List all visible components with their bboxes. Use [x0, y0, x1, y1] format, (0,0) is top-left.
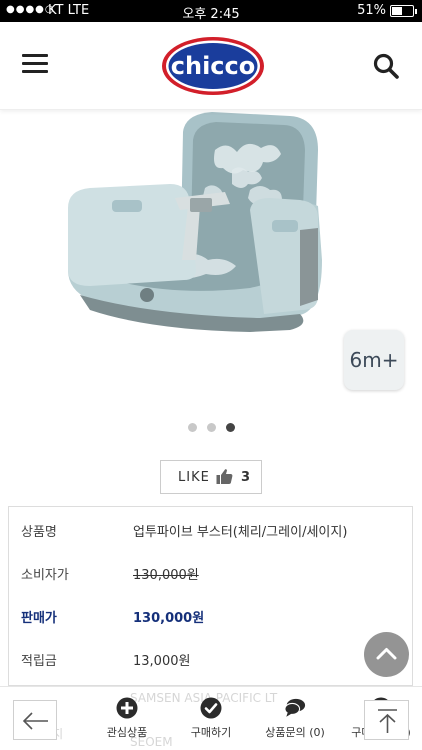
check-circle-icon: [200, 697, 222, 719]
consumer-price-value: 130,000원: [133, 568, 199, 583]
like-button[interactable]: LIKE 3: [160, 460, 262, 494]
scroll-up-button[interactable]: [364, 632, 409, 677]
info-row-sale-price: 판매가 130,000원: [9, 595, 412, 635]
bottom-action-bar: 원산지 SAMSEN ASIA PACIFIC LT SEOEM 관심상품 구매…: [0, 686, 422, 750]
app-header: chicco: [0, 22, 422, 110]
arrow-left-icon: [22, 712, 48, 730]
wishlist-label: 관심상품: [106, 726, 148, 739]
thumbs-up-icon: [216, 469, 233, 484]
carousel-dot-active[interactable]: [225, 423, 235, 432]
buy-button[interactable]: 구매하기: [180, 687, 242, 750]
status-bar: ●●●●○ KT LTE 오후 2:45 51%: [0, 0, 422, 22]
sale-price-value: 130,000원: [133, 611, 205, 626]
info-label: 적립금: [21, 654, 57, 669]
inquiry-label: 상품문의 (0): [265, 726, 325, 739]
carousel-dot[interactable]: [187, 423, 197, 432]
search-icon[interactable]: [372, 52, 400, 80]
battery-fill: [392, 7, 403, 15]
battery-percent: 51%: [357, 3, 386, 18]
scroll-to-top-button[interactable]: [364, 700, 409, 740]
info-row-reward-points: 적립금 13,000원: [9, 638, 412, 678]
product-info-table: 상품명 업투파이브 부스터(체리/그레이/세이지) 소비자가 130,000원 …: [8, 506, 413, 686]
carousel-pagination: [0, 423, 422, 433]
buy-label: 구매하기: [190, 726, 232, 739]
carousel-dot[interactable]: [206, 423, 216, 432]
speech-bubble-icon: [284, 698, 306, 717]
back-button[interactable]: [13, 700, 57, 740]
product-name-value: 업투파이브 부스터(체리/그레이/세이지): [133, 525, 348, 540]
battery-icon: [390, 5, 417, 17]
chevron-up-icon: [376, 648, 397, 660]
inquiry-button[interactable]: 상품문의 (0): [262, 687, 328, 750]
chicco-logo[interactable]: chicco: [161, 36, 265, 96]
info-label: 소비자가: [21, 568, 69, 583]
reward-points-value: 13,000원: [133, 654, 191, 669]
plus-circle-icon: [116, 697, 138, 719]
logo-text: chicco: [171, 52, 255, 80]
info-label: 상품명: [21, 525, 57, 540]
like-label: LIKE: [178, 470, 210, 485]
info-row-consumer-price: 소비자가 130,000원: [9, 552, 412, 592]
wishlist-button[interactable]: 관심상품: [96, 687, 158, 750]
like-count: 3: [241, 470, 251, 485]
info-label: 판매가: [21, 611, 57, 626]
info-row-product-name: 상품명 업투파이브 부스터(체리/그레이/세이지): [9, 509, 412, 549]
arrow-up-to-top-icon: [378, 709, 397, 733]
age-badge: 6m+: [344, 330, 404, 390]
hamburger-menu-icon[interactable]: [22, 54, 48, 76]
